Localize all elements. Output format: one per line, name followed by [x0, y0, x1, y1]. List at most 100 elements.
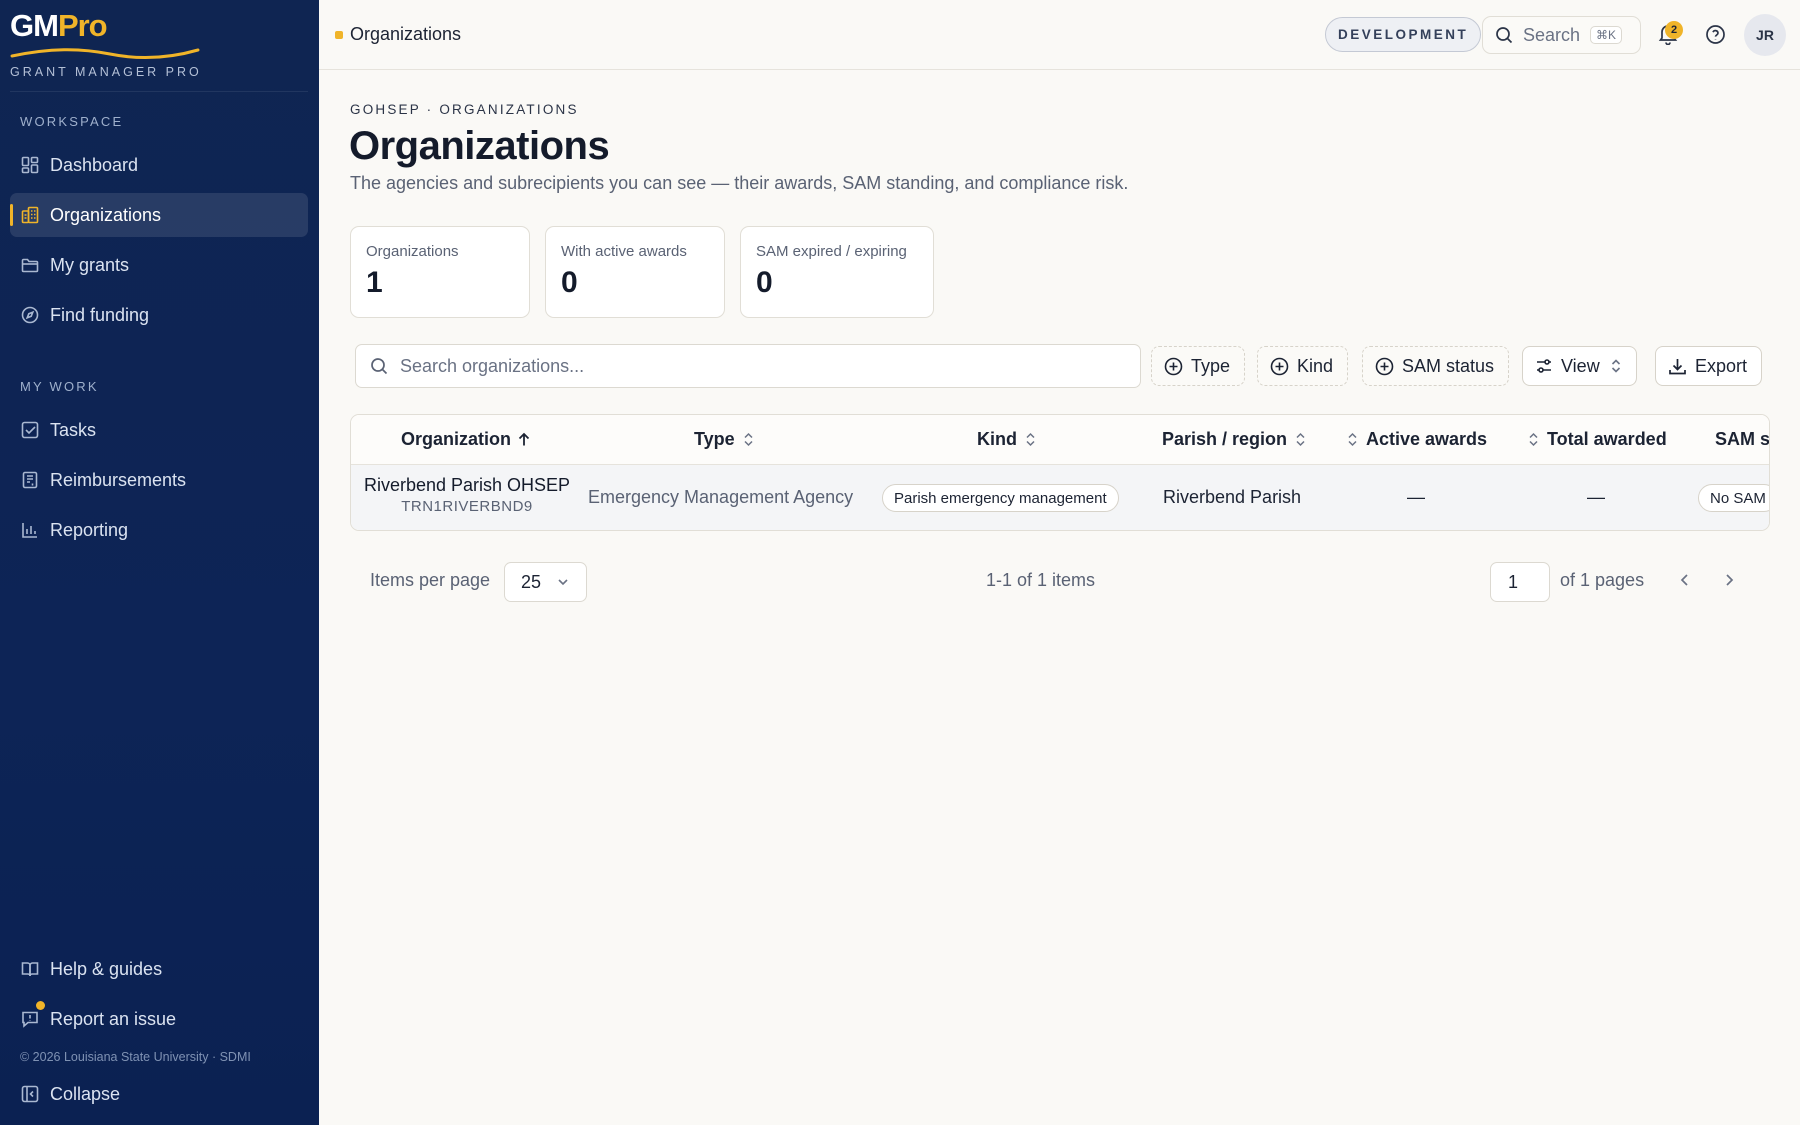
- building-icon: [20, 205, 40, 225]
- column-label: Type: [694, 429, 735, 449]
- pagination-range: 1-1 of 1 items: [986, 570, 1096, 590]
- filter-label: Type: [1191, 355, 1231, 376]
- chevron-up-down-icon: [1610, 358, 1622, 374]
- organization-search-input[interactable]: [400, 355, 1100, 377]
- global-search-button[interactable]: Search ⌘K: [1482, 16, 1641, 54]
- avatar[interactable]: JR: [1744, 14, 1786, 56]
- sidebar-item-reimbursements[interactable]: Reimbursements: [10, 458, 308, 502]
- column-label: Parish / region: [1162, 429, 1288, 449]
- sidebar-item-label: Organizations: [50, 204, 162, 225]
- logo-swoosh-icon: [10, 48, 200, 59]
- search-label: Search: [1523, 24, 1581, 45]
- page-title: Organizations: [349, 124, 610, 168]
- organization-name[interactable]: Riverbend Parish OHSEP: [361, 475, 573, 496]
- cell-organization[interactable]: Riverbend Parish OHSEP TRN1RIVERBND9: [361, 475, 573, 515]
- plus-circle-icon: [1270, 357, 1289, 376]
- stat-card-organizations: Organizations 1: [350, 226, 530, 318]
- environment-badge: DEVELOPMENT: [1325, 17, 1482, 52]
- stat-card-active-awards: With active awards 0: [545, 226, 725, 318]
- export-button[interactable]: Export: [1655, 346, 1763, 386]
- download-icon: [1668, 357, 1687, 376]
- column-header-active-awards[interactable]: Active awards: [1347, 429, 1487, 450]
- sliders-icon: [1535, 357, 1553, 375]
- sort-icon: [1025, 432, 1036, 447]
- folder-icon: [20, 255, 40, 275]
- page-subtitle: The agencies and subrecipients you can s…: [350, 173, 1129, 193]
- logo-tagline: GRANT MANAGER PRO: [10, 65, 202, 79]
- search-icon: [370, 357, 388, 375]
- collapse-panel-icon: [20, 1084, 40, 1104]
- message-alert-icon: [20, 1009, 40, 1029]
- search-icon: [1495, 26, 1513, 44]
- sidebar-item-label: Tasks: [50, 419, 97, 440]
- sidebar-divider: [10, 91, 308, 92]
- sidebar-item-find-funding[interactable]: Find funding: [10, 293, 308, 337]
- column-header-parish-region[interactable]: Parish / region: [1162, 429, 1306, 450]
- topbar: Organizations DEVELOPMENT Search ⌘K 2 JR: [319, 0, 1800, 70]
- search-shortcut: ⌘K: [1590, 26, 1623, 44]
- dashboard-icon: [20, 155, 40, 175]
- sidebar-item-label: Reporting: [50, 519, 129, 540]
- stat-label: With active awards: [561, 243, 687, 260]
- chevron-down-icon: [556, 575, 570, 589]
- stat-label: Organizations: [366, 243, 459, 260]
- filter-label: SAM status: [1402, 355, 1495, 376]
- sort-icon: [1347, 432, 1358, 447]
- column-label: Organization: [401, 429, 512, 449]
- notification-count-badge: 2: [1665, 21, 1683, 39]
- help-icon[interactable]: [1705, 24, 1726, 50]
- filter-kind-button[interactable]: Kind: [1257, 346, 1349, 386]
- book-icon: [20, 959, 40, 979]
- sidebar-item-organizations[interactable]: Organizations: [10, 193, 308, 237]
- app-logo[interactable]: GMPro GRANT MANAGER PRO: [10, 8, 210, 88]
- stat-value: 1: [366, 266, 383, 299]
- chevron-right-icon[interactable]: [1720, 571, 1738, 589]
- sidebar-item-label: Help & guides: [50, 958, 163, 979]
- organization-search[interactable]: [355, 344, 1141, 388]
- page-number-input[interactable]: [1490, 562, 1550, 602]
- sidebar-item-report-issue[interactable]: Report an issue: [10, 997, 308, 1041]
- sidebar-item-dashboard[interactable]: Dashboard: [10, 143, 308, 187]
- column-header-total-awarded[interactable]: Total awarded: [1528, 429, 1667, 450]
- filter-sam-status-button[interactable]: SAM status: [1362, 346, 1510, 386]
- column-header-kind[interactable]: Kind: [977, 429, 1036, 450]
- column-label: Active awards: [1366, 429, 1488, 449]
- kind-chip: Parish emergency management: [882, 484, 1119, 512]
- cell-total-awarded: —: [1587, 487, 1605, 507]
- filter-type-button[interactable]: Type: [1151, 346, 1246, 386]
- sidebar-item-help-guides[interactable]: Help & guides: [10, 947, 308, 991]
- chevron-left-icon[interactable]: [1676, 571, 1694, 589]
- stat-card-sam-expiring: SAM expired / expiring 0: [740, 226, 934, 318]
- cell-parish-region: Riverbend Parish: [1163, 487, 1302, 507]
- breadcrumb-dot: [335, 31, 343, 39]
- sidebar-item-reporting[interactable]: Reporting: [10, 508, 308, 552]
- sidebar-item-label: Report an issue: [50, 1008, 177, 1029]
- column-header-organization[interactable]: Organization: [401, 429, 530, 450]
- plus-circle-icon: [1164, 357, 1183, 376]
- table-header: Organization Type Kind Parish / region A…: [351, 415, 1770, 465]
- column-label: SAM s: [1715, 429, 1770, 449]
- export-label: Export: [1695, 355, 1748, 376]
- breadcrumb[interactable]: Organizations: [350, 24, 461, 45]
- sidebar-item-label: Reimbursements: [50, 469, 187, 490]
- total-pages-label: of 1 pages: [1560, 570, 1645, 590]
- view-label: View: [1561, 355, 1600, 376]
- bar-chart-icon: [20, 520, 40, 540]
- view-options-button[interactable]: View: [1522, 346, 1637, 386]
- plus-circle-icon: [1375, 357, 1394, 376]
- items-per-page-select[interactable]: 25: [504, 562, 587, 602]
- table-row[interactable]: Riverbend Parish OHSEP TRN1RIVERBND9 Eme…: [351, 465, 1769, 530]
- column-header-sam-status[interactable]: SAM s: [1715, 429, 1770, 450]
- sidebar-item-collapse[interactable]: Collapse: [10, 1072, 308, 1116]
- sidebar-item-my-grants[interactable]: My grants: [10, 243, 308, 287]
- sidebar-item-tasks[interactable]: Tasks: [10, 408, 308, 452]
- section-label-workspace: WORKSPACE: [20, 114, 124, 129]
- column-label: Total awarded: [1547, 429, 1667, 449]
- column-header-type[interactable]: Type: [694, 429, 754, 450]
- sort-icon: [1528, 432, 1539, 447]
- sidebar-item-label: Find funding: [50, 304, 150, 325]
- checkbox-icon: [20, 420, 40, 440]
- compass-icon: [20, 305, 40, 325]
- organization-code: TRN1RIVERBND9: [401, 498, 533, 515]
- cell-active-awards: —: [1407, 487, 1425, 507]
